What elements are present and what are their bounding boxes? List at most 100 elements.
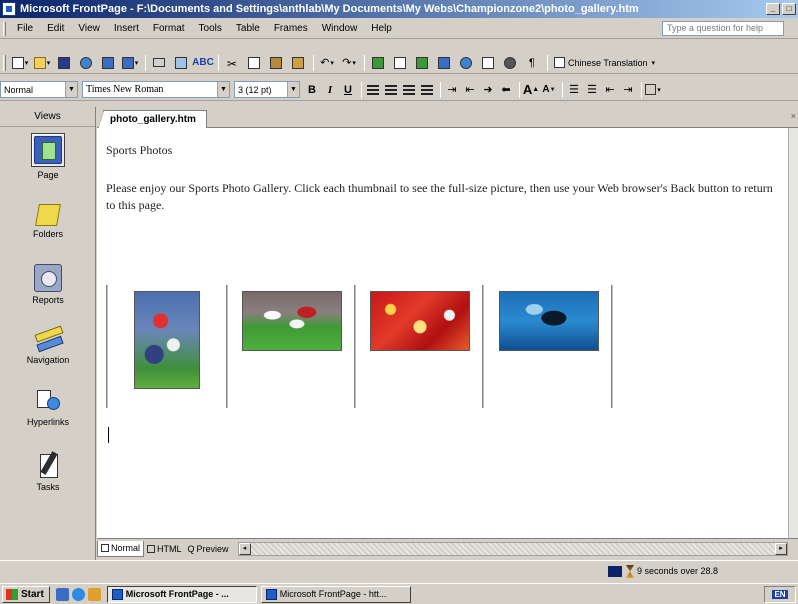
hyperlink-button[interactable] — [456, 54, 476, 72]
stop-icon — [504, 56, 516, 69]
increase-font-button[interactable]: A ▲ — [523, 81, 539, 98]
view-reports[interactable]: Reports — [0, 264, 96, 305]
thumbnail-goalkeeper[interactable] — [499, 291, 599, 351]
decrease-font-button[interactable]: A ▼ — [541, 81, 557, 98]
show-desktop-icon[interactable] — [55, 587, 69, 601]
copy-button[interactable] — [244, 54, 264, 72]
tab-html[interactable]: HTML — [144, 541, 185, 557]
print-button[interactable] — [149, 54, 169, 72]
close-document-icon[interactable]: × — [791, 111, 796, 121]
font-value: Times New Roman — [86, 84, 164, 95]
view-hyperlinks[interactable]: Hyperlinks — [0, 388, 96, 427]
underline-button[interactable]: U — [340, 81, 356, 98]
undo-icon: ↶ — [320, 57, 330, 69]
arrow-right-button[interactable]: ➜ — [480, 81, 496, 98]
italic-button[interactable]: I — [322, 81, 338, 98]
menu-table[interactable]: Table — [229, 23, 267, 34]
align-right-icon — [403, 84, 415, 95]
taskbar-frontpage-active[interactable]: Microsoft FrontPage - ... — [106, 585, 257, 603]
toggle-pane-button[interactable]: ▾ — [120, 54, 140, 72]
view-page[interactable]: Page — [0, 133, 96, 180]
outlook-express-icon[interactable] — [87, 587, 101, 601]
arrow-left-button[interactable]: ⬅ — [498, 81, 514, 98]
bold-button[interactable]: B — [304, 81, 320, 98]
redo-button[interactable]: ↷ ▾ — [339, 54, 359, 72]
scroll-left-icon[interactable]: ◂ — [238, 542, 251, 555]
table-icon — [394, 56, 406, 69]
undo-button[interactable]: ↶ ▾ — [317, 54, 337, 72]
language-indicator[interactable]: EN — [772, 590, 788, 599]
numbering-button[interactable]: ☰ — [566, 81, 582, 98]
vertical-scrollbar[interactable] — [788, 128, 798, 538]
taskbar-frontpage-2[interactable]: Microsoft FrontPage - htt... — [260, 585, 411, 603]
toolbar-separator — [364, 54, 365, 71]
menu-frames[interactable]: Frames — [267, 23, 315, 34]
menu-file[interactable]: File — [10, 23, 40, 34]
scroll-right-icon[interactable]: ▸ — [775, 542, 787, 555]
start-button[interactable]: Start — [2, 585, 50, 603]
document-tab[interactable]: photo_gallery.htm — [98, 110, 207, 129]
refresh-button[interactable] — [478, 54, 498, 72]
translation-button[interactable]: Chinese Translation ▾ — [551, 57, 658, 68]
page-editor[interactable]: Sports Photos Please enjoy our Sports Ph… — [97, 128, 788, 538]
spelling-button[interactable]: ABC — [192, 54, 214, 72]
title-bar[interactable]: Microsoft FrontPage - F:\Documents and S… — [0, 0, 798, 18]
new-page-button[interactable]: ▾ — [10, 54, 30, 72]
maximize-button[interactable]: □ — [782, 3, 796, 15]
ltr-button[interactable]: ⇥ — [444, 81, 460, 98]
insert-table-button[interactable] — [390, 54, 410, 72]
cut-button[interactable]: ✂ — [222, 54, 242, 72]
align-right-button[interactable] — [401, 81, 417, 98]
view-tasks[interactable]: Tasks — [0, 451, 96, 492]
toolbar-grip[interactable] — [3, 54, 6, 71]
menubar-grip[interactable] — [3, 21, 6, 36]
menu-insert[interactable]: Insert — [107, 23, 146, 34]
style-dropdown[interactable]: Normal ▼ — [0, 81, 78, 98]
border-button[interactable]: ▾ — [645, 81, 661, 98]
menu-edit[interactable]: Edit — [40, 23, 71, 34]
frontpage-app-icon[interactable] — [2, 2, 16, 16]
decrease-indent-button[interactable]: ⇤ — [602, 81, 618, 98]
internet-explorer-icon[interactable] — [71, 587, 85, 601]
thumbnail-fans-crowd[interactable] — [370, 291, 470, 351]
justify-button[interactable] — [419, 81, 435, 98]
web-component-button[interactable] — [368, 54, 388, 72]
copy-icon — [248, 56, 260, 69]
format-painter-button[interactable] — [288, 54, 308, 72]
horizontal-scrollbar[interactable]: ◂ ▸ — [237, 541, 788, 556]
menu-help[interactable]: Help — [364, 23, 399, 34]
menu-format[interactable]: Format — [146, 23, 192, 34]
insert-picture-button[interactable] — [412, 54, 432, 72]
font-size-dropdown[interactable]: 3 (12 pt) ▼ — [234, 81, 300, 98]
save-button[interactable] — [54, 54, 74, 72]
font-dropdown[interactable]: Times New Roman ▼ — [82, 81, 230, 98]
view-folders[interactable]: Folders — [0, 202, 96, 239]
bullets-button[interactable]: ☰ — [584, 81, 600, 98]
align-center-button[interactable] — [383, 81, 399, 98]
paste-button[interactable] — [266, 54, 286, 72]
drawing-button[interactable] — [434, 54, 454, 72]
menu-tools[interactable]: Tools — [192, 23, 229, 34]
minimize-button[interactable]: _ — [766, 3, 780, 15]
stop-button[interactable] — [500, 54, 520, 72]
tab-preview[interactable]: Q Preview — [185, 541, 232, 557]
increase-indent-button[interactable]: ⇥ — [620, 81, 636, 98]
tab-normal[interactable]: Normal — [97, 540, 145, 557]
search-button[interactable] — [76, 54, 96, 72]
view-tasks-label: Tasks — [36, 482, 60, 492]
page-view-icon — [34, 136, 62, 164]
publish-button[interactable] — [98, 54, 118, 72]
ask-question-input[interactable]: Type a question for help — [662, 21, 784, 36]
view-folders-label: Folders — [32, 229, 63, 239]
task-label-1: Microsoft FrontPage - ... — [125, 589, 229, 599]
open-button[interactable]: ▾ — [32, 54, 52, 72]
thumbnail-soccer-tackle[interactable] — [242, 291, 342, 351]
menu-window[interactable]: Window — [315, 23, 365, 34]
align-left-button[interactable] — [365, 81, 381, 98]
show-all-button[interactable]: ¶ — [522, 54, 542, 72]
view-navigation[interactable]: Navigation — [0, 326, 96, 365]
print-preview-button[interactable] — [171, 54, 191, 72]
rtl-button[interactable]: ⇤ — [462, 81, 478, 98]
menu-view[interactable]: View — [71, 23, 107, 34]
thumbnail-soccer-header[interactable] — [134, 291, 200, 389]
